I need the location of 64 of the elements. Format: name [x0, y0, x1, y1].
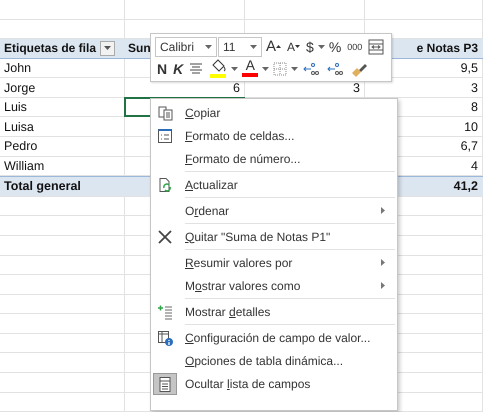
caret-icon [231, 66, 238, 70]
shrink-font-button[interactable]: A [285, 36, 302, 56]
table-cell: 3 [353, 80, 360, 95]
menu-item[interactable]: Formato de celdas... [153, 124, 395, 147]
row-label: William [4, 158, 44, 173]
grow-font-button[interactable]: A [264, 36, 284, 56]
decimals-icon [302, 60, 320, 76]
table-cell: 4 [471, 158, 478, 173]
italic-button[interactable]: K [171, 58, 186, 78]
table-cell: 3 [471, 80, 478, 95]
table-cell: 10 [464, 120, 478, 134]
caret-icon [276, 45, 282, 48]
row-label: Jorge [4, 80, 36, 95]
column-header: e Notas P3 [416, 41, 478, 56]
close-icon [157, 228, 173, 244]
format-cells-icon [157, 128, 173, 144]
field-list-icon [157, 376, 173, 392]
table-cell: 41,2 [454, 179, 478, 194]
font-color-button[interactable]: A [240, 58, 260, 78]
menu-item[interactable]: Mostrar detalles [153, 300, 395, 323]
details-icon [157, 304, 173, 320]
caret-icon [104, 46, 112, 50]
decimals-icon [326, 60, 344, 76]
caret-icon [205, 44, 212, 48]
table-cell: 6,7 [460, 139, 478, 154]
menu-item[interactable]: Actualizar [153, 173, 395, 196]
menu-item[interactable]: Quitar "Suma de Notas P1" [153, 225, 395, 248]
thousands-button[interactable]: 000 [345, 36, 364, 56]
format-button[interactable]: % [326, 36, 344, 56]
menu-item[interactable]: Resumir valores por [153, 251, 395, 274]
menu-item[interactable]: Ocultar lista de campos [153, 372, 395, 395]
caret-icon [291, 66, 298, 70]
bold-button[interactable]: N [155, 58, 170, 78]
column-header: Etiquetas de fila [4, 41, 96, 56]
caret-icon [250, 44, 257, 48]
row-label: John [4, 61, 32, 76]
row-label: Luisa [4, 120, 34, 134]
caret-icon [318, 44, 325, 48]
wrap-icon [368, 38, 384, 54]
menu-item[interactable]: Opciones de tabla dinámica... [153, 349, 395, 372]
size-field[interactable]: 11 [218, 36, 262, 56]
copy-icon [157, 104, 173, 120]
menu-item[interactable]: Copiar [153, 101, 395, 124]
menu-item[interactable]: Ordenar [153, 199, 395, 222]
align-icon [189, 62, 204, 74]
format-button[interactable]: $ [304, 36, 316, 56]
table-cell: 6 [233, 80, 240, 95]
row-label: Pedro [4, 139, 38, 154]
menu-item[interactable]: Configuración de campo de valor... [153, 326, 395, 349]
font-field[interactable]: Calibri [155, 36, 217, 56]
refresh-icon [157, 176, 173, 192]
column-header: Sun [128, 41, 151, 56]
table-cell: 8 [471, 100, 478, 114]
filter-button[interactable] [100, 40, 116, 56]
menu-item[interactable]: Formato de número... [153, 147, 395, 170]
field-settings-icon [157, 330, 173, 346]
row-label: Luis [4, 100, 27, 114]
caret-icon [295, 45, 300, 48]
menu-item[interactable]: Mostrar valores como [153, 274, 395, 297]
wrap-button[interactable] [366, 36, 386, 56]
caret-icon [262, 66, 270, 70]
borders-icon [273, 62, 288, 76]
row-label: Total general [4, 179, 81, 194]
table-cell: 9,5 [460, 61, 478, 76]
